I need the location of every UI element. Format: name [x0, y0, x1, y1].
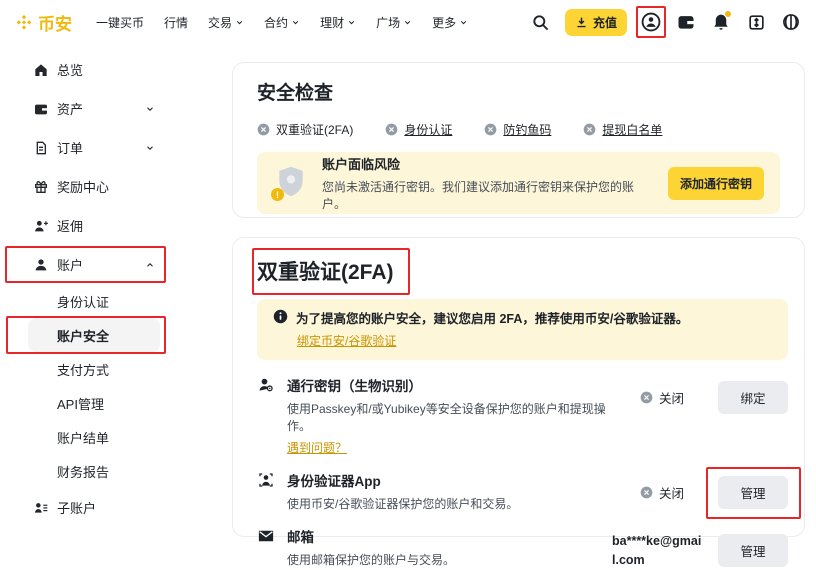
account-icon [33, 257, 49, 273]
method-title: 邮箱 [287, 526, 455, 546]
circle-x-icon [385, 123, 398, 136]
binance-logo[interactable]: 币安 [14, 10, 72, 35]
circle-x-icon [640, 391, 653, 404]
orders-icon [33, 140, 49, 156]
chevron-down-icon [403, 18, 412, 27]
sidebar-item-account[interactable]: 账户 [0, 245, 230, 284]
nav-earn[interactable]: 理财 [320, 14, 356, 31]
binance-logo-icon [14, 12, 34, 32]
rewards-icon [33, 179, 49, 195]
nav-buy-crypto[interactable]: 一键买币 [96, 14, 144, 31]
sidebar: 总览 资产 订单 奖励中心 返佣 账户 身份认证 账户安全 支付方式 API管理… [0, 50, 230, 527]
wallet-icon[interactable] [675, 11, 697, 33]
checkup-item-identity[interactable]: 身份认证 [385, 121, 452, 138]
chevron-down-icon [145, 104, 155, 114]
sidebar-item-sub-accounts[interactable]: 子账户 [0, 488, 230, 527]
chevron-down-icon [459, 18, 468, 27]
risk-warning-banner: ! 账户面临风险 您尚未激活通行密钥。我们建议添加通行密钥来保护您的账户。 添加… [257, 152, 780, 214]
bind-authenticator-link[interactable]: 绑定币安/谷歌验证 [297, 332, 396, 349]
referral-icon [33, 218, 49, 234]
profile-icon[interactable] [640, 11, 662, 33]
method-row-authenticator: 身份验证器App 使用币安/谷歌验证器保护您的账户和交易。 关闭 管理 [257, 470, 788, 512]
chevron-down-icon [235, 18, 244, 27]
bell-icon[interactable] [710, 11, 732, 33]
circle-x-icon [640, 486, 653, 499]
add-passkey-button[interactable]: 添加通行密钥 [668, 167, 764, 200]
two-factor-card: 双重验证(2FA) 为了提高您的账户安全，建议您启用 2FA，推荐使用币安/谷歌… [232, 237, 805, 537]
nav-more[interactable]: 更多 [432, 14, 468, 31]
chevron-down-icon [291, 18, 300, 27]
checkup-item-anti-phishing[interactable]: 防钓鱼码 [484, 121, 551, 138]
method-row-passkey: 通行密钥（生物识别） 使用Passkey和/或Yubikey等安全设备保护您的账… [257, 375, 788, 456]
nav-markets[interactable]: 行情 [164, 14, 188, 31]
nav-futures[interactable]: 合约 [264, 14, 300, 31]
having-trouble-link[interactable]: 遇到问题？ [287, 439, 347, 456]
deposit-icon [575, 16, 588, 29]
alert-badge: ! [271, 188, 284, 201]
sidebar-item-payment-methods[interactable]: 支付方式 [28, 352, 160, 386]
method-row-email: 邮箱 使用邮箱保护您的账户与交易。 ba****ke@gmail.com 管理 [257, 526, 788, 570]
header-actions: 充值 [530, 9, 802, 36]
two-factor-methods: 通行密钥（生物识别） 使用Passkey和/或Yubikey等安全设备保护您的账… [257, 375, 788, 570]
method-status: 关闭 [640, 483, 704, 502]
subaccount-icon [33, 500, 49, 516]
circle-x-icon [484, 123, 497, 136]
sidebar-item-account-statement[interactable]: 账户结单 [28, 420, 160, 454]
sidebar-item-account-security[interactable]: 账户安全 [28, 318, 160, 352]
main-nav: 一键买币 行情 交易 合约 理财 广场 更多 [96, 14, 468, 31]
method-title: 通行密钥（生物识别） [287, 375, 628, 395]
manage-authenticator-button[interactable]: 管理 [718, 476, 788, 509]
top-navbar: 币安 一键买币 行情 交易 合约 理财 广场 更多 充值 [0, 0, 816, 44]
method-title: 身份验证器App [287, 470, 518, 490]
method-description: 使用Passkey和/或Yubikey等安全设备保护您的账户和提现操作。 [287, 400, 628, 434]
risk-title: 账户面临风险 [322, 154, 655, 173]
deposit-button[interactable]: 充值 [565, 9, 627, 36]
notification-dot [725, 11, 731, 17]
home-icon [33, 62, 49, 78]
app-download-icon[interactable] [745, 11, 767, 33]
shield-warning-icon: ! [273, 164, 309, 202]
manage-email-button[interactable]: 管理 [718, 534, 788, 567]
sidebar-item-orders[interactable]: 订单 [0, 128, 230, 167]
globe-icon[interactable] [780, 11, 802, 33]
annotation-box-account [5, 246, 166, 283]
sidebar-item-rewards-hub[interactable]: 奖励中心 [0, 167, 230, 206]
sidebar-item-identity-verification[interactable]: 身份认证 [28, 284, 160, 318]
authenticator-icon [257, 471, 275, 489]
security-checkup-list: 双重验证(2FA) 身份认证 防钓鱼码 提现白名单 [257, 121, 780, 138]
checkup-item-withdrawal-whitelist[interactable]: 提现白名单 [583, 121, 662, 138]
sidebar-item-referral[interactable]: 返佣 [0, 206, 230, 245]
chevron-down-icon [347, 18, 356, 27]
nav-trade[interactable]: 交易 [208, 14, 244, 31]
info-icon [273, 309, 288, 324]
method-description: 使用币安/谷歌验证器保护您的账户和交易。 [287, 495, 518, 512]
assets-icon [33, 101, 49, 117]
risk-description: 您尚未激活通行密钥。我们建议添加通行密钥来保护您的账户。 [322, 178, 655, 212]
checkup-item-2fa[interactable]: 双重验证(2FA) [257, 121, 353, 138]
sidebar-item-assets[interactable]: 资产 [0, 89, 230, 128]
search-icon[interactable] [530, 11, 552, 33]
bind-passkey-button[interactable]: 绑定 [718, 381, 788, 414]
two-factor-notice: 为了提高您的账户安全，建议您启用 2FA，推荐使用币安/谷歌验证器。 绑定币安/… [257, 299, 788, 360]
sidebar-item-api-management[interactable]: API管理 [28, 386, 160, 420]
circle-x-icon [257, 123, 270, 136]
chevron-down-icon [145, 143, 155, 153]
security-checkup-card: 安全检查 双重验证(2FA) 身份认证 防钓鱼码 提现白名单 ! 账户面临风险 … [232, 62, 805, 218]
passkey-icon [257, 376, 275, 394]
circle-x-icon [583, 123, 596, 136]
method-description: 使用邮箱保护您的账户与交易。 [287, 551, 455, 568]
method-status: 关闭 [640, 388, 704, 407]
notice-text: 为了提高您的账户安全，建议您启用 2FA，推荐使用币安/谷歌验证器。 [296, 308, 688, 327]
two-factor-title: 双重验证(2FA) [257, 261, 394, 284]
chevron-up-icon [145, 260, 155, 270]
masked-email-value: ba****ke@gmail.com [612, 532, 704, 570]
logo-text: 币安 [38, 10, 72, 35]
sidebar-item-overview[interactable]: 总览 [0, 50, 230, 89]
sidebar-item-financial-reports[interactable]: 财务报告 [28, 454, 160, 488]
nav-square[interactable]: 广场 [376, 14, 412, 31]
mail-icon [257, 527, 275, 545]
security-checkup-title: 安全检查 [257, 78, 780, 105]
